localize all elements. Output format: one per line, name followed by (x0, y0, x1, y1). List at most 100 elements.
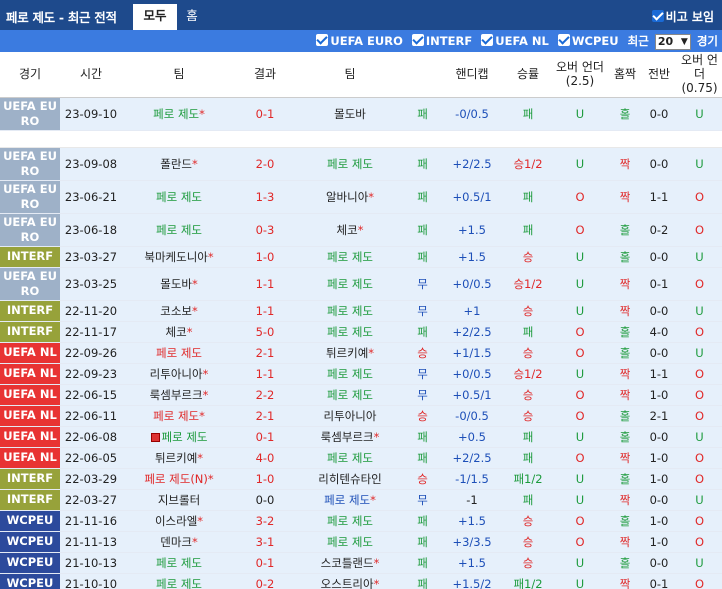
recent-count-select[interactable]: 20 ▼ (654, 34, 691, 50)
over-under-075: U (677, 489, 722, 511)
checkbox-icon[interactable] (651, 10, 664, 22)
table-row[interactable]: UEFA NL 22-06-11 페로 제도* 2-1 리투아니아 승 -0/0.5 승 O 홀 2… (0, 405, 722, 427)
away-team[interactable]: 페로 제도 (294, 363, 406, 385)
table-row[interactable]: INTERF 23-03-27 북마케도니아* 1-0 페로 제도 패 +1.5 승 U 홀 0-0… (0, 246, 722, 268)
first-half-score: 1-0 (641, 468, 677, 490)
table-row[interactable]: UEFA NL 22-09-23 리투아니아* 1-1 페로 제도 무 +0/0.5 승1/2… (0, 363, 722, 385)
checkbox-icon[interactable] (316, 34, 329, 46)
home-team[interactable]: 덴마크* (122, 531, 236, 553)
away-team[interactable]: 리투아니아 (294, 405, 406, 427)
odd-even: 홀 (609, 213, 641, 247)
handicap-value: +1/1.5 (439, 342, 505, 364)
handicap-value: -0/0.5 (439, 405, 505, 427)
table-row[interactable]: UEFA NL 22-09-26 페로 제도 2-1 튀르키예* 승 +1/1.5 승 O 홀 0-… (0, 342, 722, 364)
away-team-name: 리투아니아 (323, 408, 377, 423)
checkbox-icon[interactable] (557, 34, 570, 46)
col-header-handicap: 핸디캡 (439, 52, 505, 98)
away-team[interactable]: 페로 제도 (294, 531, 406, 553)
over-under-075: O (677, 510, 722, 532)
home-team[interactable]: 코소보* (122, 300, 236, 322)
table-row[interactable]: WCPEU 21-11-16 이스라엘* 3-2 페로 제도 패 +1.5 승 O 홀 1-0 O (0, 510, 722, 532)
away-team[interactable]: 페로 제도 (294, 321, 406, 343)
show-compare-toggle[interactable]: 비고 보임 (651, 8, 714, 25)
table-row[interactable]: UEFA EURO 23-03-25 몰도바* 1-1 페로 제도 무 +0/0.5 승1/2… (0, 267, 722, 301)
table-row[interactable]: UEFA EURO 23-06-18 페로 제도 0-3 체코* 패 +1.5 패 O 홀 0-2 O (0, 213, 722, 247)
home-team-name: 페로 제도 (156, 222, 202, 237)
table-row[interactable]: UEFA EURO 23-09-10 페로 제도* 0-1 몰도바 패 -0/0.5 패 U 홀 0… (0, 97, 722, 131)
table-row[interactable]: WCPEU 21-10-10 페로 제도 0-2 오스트리아* 패 +1.5/2 패1/2 U 짝… (0, 573, 722, 589)
table-row[interactable]: INTERF 22-03-27 지브롤터 0-0 페로 제도* 무 -1 패 U 짝 0-0 U (0, 489, 722, 511)
home-team[interactable]: 페로 제도 (122, 573, 236, 589)
tab-all[interactable]: 모두 (133, 4, 177, 30)
result-label: 패 (406, 573, 439, 589)
away-team[interactable]: 페로 제도 (294, 447, 406, 469)
filter-label: INTERF (425, 34, 473, 48)
home-team[interactable]: 페로 제도(N)* (122, 468, 236, 490)
filter-wcpeu[interactable]: WCPEU (557, 34, 619, 48)
away-team[interactable]: 리히텐슈타인 (294, 468, 406, 490)
away-team[interactable]: 오스트리아* (294, 573, 406, 589)
table-row[interactable]: UEFA NL 22-06-15 룩셈부르크* 2-2 페로 제도 무 +0.5/1 승 O 짝 1… (0, 384, 722, 406)
away-team-name: 페로 제도 (327, 276, 373, 291)
home-team[interactable]: 페로 제도 (122, 552, 236, 574)
home-team[interactable]: 페로 제도* (122, 405, 236, 427)
home-team[interactable]: 이스라엘* (122, 510, 236, 532)
win-label: 승1/2 (505, 363, 551, 385)
table-row[interactable]: UEFA EURO 23-09-08 폴란드* 2-0 페로 제도 패 +2/2.5 승1/2… (0, 147, 722, 181)
away-team-name: 페로 제도 (327, 156, 373, 171)
over-under-25: O (551, 447, 609, 469)
away-team[interactable]: 몰도바 (294, 97, 406, 131)
tab-home[interactable]: 홈 (180, 4, 204, 30)
col-header-result-label (406, 52, 439, 98)
away-team[interactable]: 페로 제도 (294, 246, 406, 268)
table-row[interactable]: UEFA NL 22-06-08 페로 제도 0-1 룩셈부르크* 패 +0.5 패 U 홀 0-0… (0, 426, 722, 448)
first-half-score: 0-0 (641, 97, 677, 131)
away-team[interactable]: 알바니아* (294, 180, 406, 214)
home-team[interactable]: 페로 제도 (122, 342, 236, 364)
away-team[interactable]: 페로 제도 (294, 300, 406, 322)
filter-uefa-euro[interactable]: UEFA EURO (316, 34, 403, 48)
home-team[interactable]: 폴란드* (122, 147, 236, 181)
table-row[interactable]: UEFA EURO 23-06-21 페로 제도 1-3 알바니아* 패 +0.5/1 패 O 짝… (0, 180, 722, 214)
home-team[interactable]: 페로 제도 (122, 180, 236, 214)
home-team[interactable]: 몰도바* (122, 267, 236, 301)
filter-interf[interactable]: INTERF (411, 34, 473, 48)
away-team[interactable]: 페로 제도 (294, 267, 406, 301)
win-label: 패 (505, 213, 551, 247)
over-under-25: O (551, 405, 609, 427)
away-team[interactable]: 튀르키예* (294, 342, 406, 364)
away-team[interactable]: 체코* (294, 213, 406, 247)
home-team[interactable]: 튀르키예* (122, 447, 236, 469)
handicap-value: -0/0.5 (439, 97, 505, 131)
filter-label: WCPEU (571, 34, 619, 48)
over-under-075: U (677, 246, 722, 268)
home-team[interactable]: 리투아니아* (122, 363, 236, 385)
away-team[interactable]: 페로 제도 (294, 147, 406, 181)
home-team[interactable]: 룩셈부르크* (122, 384, 236, 406)
away-team[interactable]: 스코틀랜드* (294, 552, 406, 574)
home-team[interactable]: 페로 제도 (122, 213, 236, 247)
away-team[interactable]: 페로 제도 (294, 510, 406, 532)
table-row[interactable]: INTERF 22-11-20 코소보* 1-1 페로 제도 무 +1 승 U 짝 0-0 U (0, 300, 722, 322)
win-label: 승 (505, 405, 551, 427)
home-team-name: 북마케도니아 (144, 249, 208, 264)
table-row[interactable]: UEFA NL 22-06-05 튀르키예* 4-0 페로 제도 패 +2/2.5 패 O 짝 1-… (0, 447, 722, 469)
home-team[interactable]: 북마케도니아* (122, 246, 236, 268)
table-row[interactable]: WCPEU 21-10-13 페로 제도 0-1 스코틀랜드* 패 +1.5 승 U 홀 0-0 U (0, 552, 722, 574)
home-mark: * (199, 106, 205, 121)
away-team[interactable]: 페로 제도* (294, 489, 406, 511)
away-team[interactable]: 룩셈부르크* (294, 426, 406, 448)
table-row[interactable]: INTERF 22-11-17 체코* 5-0 페로 제도 패 +2/2.5 패 O 홀 4-0 O (0, 321, 722, 343)
checkbox-icon[interactable] (411, 34, 424, 46)
home-team[interactable]: 페로 제도 (122, 426, 236, 448)
table-row[interactable]: INTERF 22-03-29 페로 제도(N)* 1-0 리히텐슈타인 승 -1/1.5 패… (0, 468, 722, 490)
away-team[interactable]: 페로 제도 (294, 384, 406, 406)
filter-uefa-nl[interactable]: UEFA NL (481, 34, 549, 48)
over-under-075: U (677, 342, 722, 364)
home-team[interactable]: 페로 제도* (122, 97, 236, 131)
home-team[interactable]: 지브롤터 (122, 489, 236, 511)
checkbox-icon[interactable] (481, 34, 494, 46)
home-team[interactable]: 체코* (122, 321, 236, 343)
table-row[interactable]: WCPEU 21-11-13 덴마크* 3-1 페로 제도 패 +3/3.5 승 O 짝 1-0 O (0, 531, 722, 553)
over-under-25: U (551, 426, 609, 448)
